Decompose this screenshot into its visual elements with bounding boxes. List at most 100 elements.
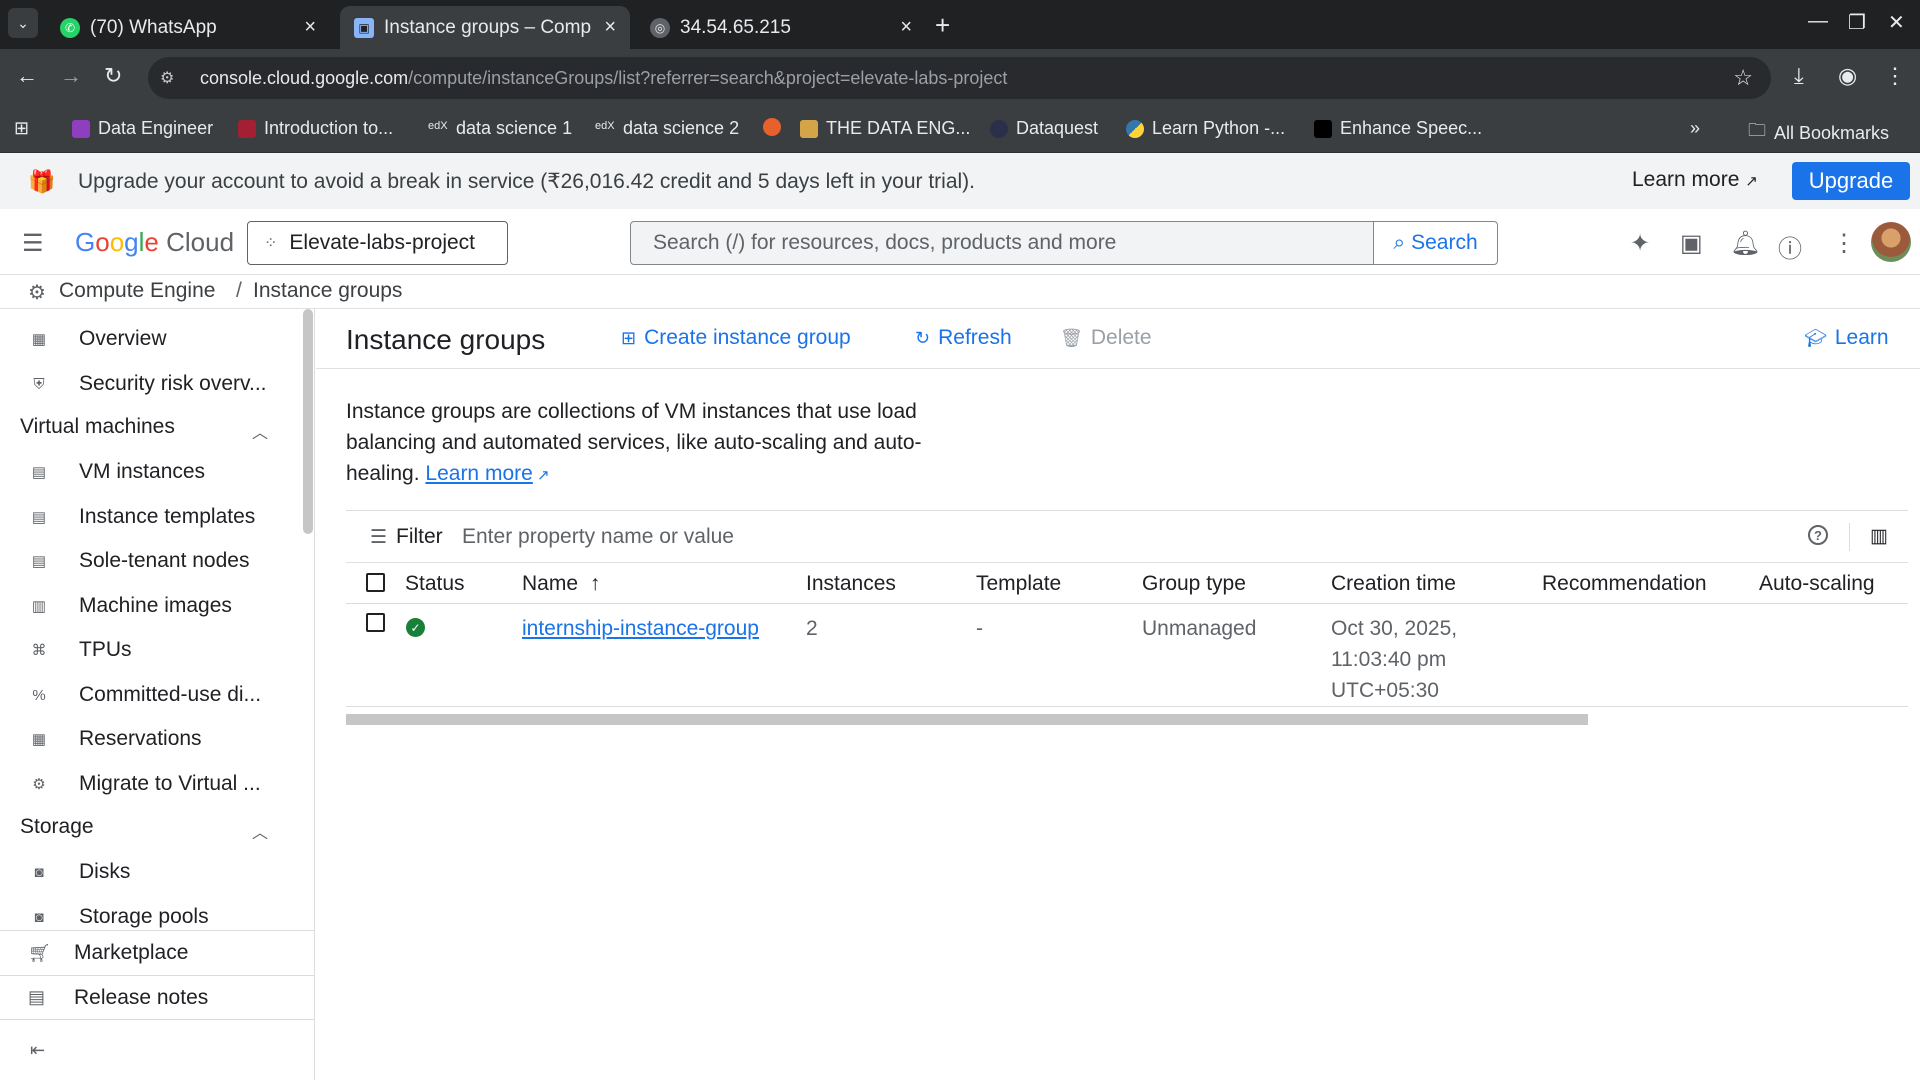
creation-clock: 11:03:40 pm (1331, 648, 1447, 671)
sidebar-item-label: Marketplace (74, 941, 189, 964)
bookmark-enhance-speech[interactable]: Enhance Speec... (1314, 118, 1482, 139)
column-creation-time[interactable]: Creation time (1331, 572, 1456, 596)
instance-group-link[interactable]: internship-instance-group (522, 613, 759, 644)
banner-learn-more-link[interactable]: Learn more ↗ (1632, 168, 1758, 192)
bookmark-label: data science 1 (456, 118, 573, 138)
gemini-icon[interactable]: ✦ (1630, 229, 1650, 258)
sidebar-item-disks[interactable]: ◙ Disks (0, 852, 300, 892)
column-autoscaling[interactable]: Auto-scaling (1759, 572, 1875, 596)
logo-cloud-text: Cloud (166, 227, 235, 257)
site-info-icon[interactable]: ⚙ (160, 68, 186, 88)
disk-icon: ◙ (34, 863, 44, 881)
sidebar-item-overview[interactable]: ▦ Overview (0, 319, 300, 359)
sidebar-item-storage-pools[interactable]: ◙ Storage pools (0, 897, 300, 930)
google-cloud-logo[interactable]: Google Cloud (75, 227, 234, 258)
horizontal-scrollbar[interactable] (346, 714, 1588, 725)
sidebar-item-machine-images[interactable]: ▥ Machine images (0, 586, 300, 626)
row-checkbox[interactable] (366, 613, 385, 632)
bookmark-star-icon[interactable]: ☆ (1733, 65, 1753, 91)
forward-icon[interactable]: → (60, 63, 82, 89)
refresh-button[interactable]: ↻ Refresh (915, 326, 1012, 350)
sidebar-item-marketplace[interactable]: 🛒︎ Marketplace (0, 930, 315, 975)
bookmark-data-science-1[interactable]: edX data science 1 (428, 118, 572, 139)
table-row[interactable]: ✓ internship-instance-group 2 - Unmanage… (346, 604, 1908, 707)
browser-menu-icon[interactable]: ⋮ (1884, 63, 1906, 89)
filter-bar: ☰ Filter ? ▥ (346, 510, 1908, 563)
sidebar-section-storage[interactable]: Storage (20, 815, 94, 839)
column-display-icon[interactable]: ▥ (1870, 525, 1888, 548)
description-learn-more-link[interactable]: Learn more (425, 462, 532, 485)
column-recommendation[interactable]: Recommendation (1542, 572, 1707, 596)
window-close-icon[interactable]: ✕ (1888, 10, 1905, 35)
column-status[interactable]: Status (405, 572, 465, 596)
collapse-sidebar-icon[interactable]: ⇤ (30, 1040, 45, 1061)
apps-grid-icon[interactable]: ⊞ (14, 118, 29, 139)
learn-button[interactable]: 🎓︎ Learn (1804, 326, 1889, 350)
close-icon[interactable]: × (304, 16, 316, 39)
sidebar-section-virtual-machines[interactable]: Virtual machines (20, 415, 175, 439)
reload-icon[interactable]: ↻ (104, 63, 122, 89)
tab-whatsapp[interactable]: ✆ (70) WhatsApp × (46, 6, 330, 49)
tab-search-icon[interactable]: ⌄ (8, 8, 38, 38)
upgrade-button[interactable]: Upgrade (1792, 162, 1910, 200)
column-template[interactable]: Template (976, 572, 1061, 596)
cloud-shell-icon[interactable]: ▣ (1680, 229, 1703, 258)
more-bookmarks-icon[interactable]: » (1690, 118, 1700, 139)
search-input[interactable] (631, 222, 1373, 264)
back-icon[interactable]: ← (16, 63, 38, 89)
delete-button[interactable]: 🗑︎ Delete (1060, 326, 1152, 350)
tab-ip-address[interactable]: ◎ 34.54.65.215 × (636, 6, 926, 49)
close-icon[interactable]: × (900, 16, 912, 39)
template-value: - (976, 617, 983, 640)
download-icon[interactable]: ⤓ (1794, 63, 1804, 89)
bookmark-data-science-2[interactable]: edX data science 2 (595, 118, 739, 139)
sidebar-nav: ▦ Overview ⛨ Security risk overv... Virtua… (0, 309, 315, 930)
sidebar-item-tpus[interactable]: ⌘ TPUs (0, 630, 300, 670)
sidebar-item-migrate[interactable]: ⚙ Migrate to Virtual ... (0, 764, 300, 804)
sidebar-scrollbar[interactable] (303, 309, 313, 534)
hamburger-menu-icon[interactable]: ☰ (22, 229, 44, 258)
profile-icon[interactable]: ◉ (1838, 63, 1857, 89)
column-name[interactable]: Name ↑ (522, 572, 600, 596)
sidebar-item-committed-use[interactable]: % Committed-use di... (0, 675, 300, 715)
minimize-icon[interactable]: — (1808, 10, 1828, 33)
select-all-checkbox[interactable] (366, 573, 385, 592)
bookmark-data-engineer[interactable]: Data Engineer (72, 118, 213, 139)
sidebar-item-label: Migrate to Virtual ... (79, 772, 261, 795)
notifications-icon[interactable]: 🔔︎ (1730, 229, 1760, 258)
project-picker[interactable]: ⁘ Elevate-labs-project (247, 221, 508, 265)
sidebar-item-instance-templates[interactable]: ▤ Instance templates (0, 497, 300, 537)
chevron-up-icon[interactable]: ︿ (252, 819, 268, 843)
bookmark-data-eng[interactable]: THE DATA ENG... (800, 118, 970, 139)
close-icon[interactable]: × (604, 16, 616, 39)
bookmark-orange[interactable] (763, 118, 789, 136)
sidebar-item-sole-tenant-nodes[interactable]: ▤ Sole-tenant nodes (0, 541, 300, 581)
create-instance-group-button[interactable]: ⊞ Create instance group (621, 326, 851, 350)
search-button[interactable]: ⌕ Search (1373, 222, 1497, 264)
help-icon[interactable]: ? (1808, 525, 1828, 545)
column-group-type[interactable]: Group type (1142, 572, 1246, 596)
dataquest-icon (990, 119, 1008, 138)
restore-icon[interactable]: ❐ (1848, 10, 1866, 35)
new-tab-icon[interactable]: + (935, 10, 950, 41)
address-bar[interactable]: ⚙ console.cloud.google.com/compute/insta… (148, 57, 1771, 99)
help-icon[interactable]: ⓘ (1778, 229, 1802, 264)
bookmark-dataquest[interactable]: Dataquest (990, 118, 1098, 139)
sidebar-item-reservations[interactable]: ▦ Reservations (0, 719, 300, 759)
bookmark-learn-python[interactable]: Learn Python -... (1126, 118, 1285, 139)
more-options-icon[interactable]: ⋮ (1832, 229, 1856, 258)
avatar[interactable] (1871, 222, 1911, 262)
sort-ascending-icon[interactable]: ↑ (590, 572, 601, 595)
chevron-up-icon[interactable]: ︿ (252, 419, 268, 443)
filter-input[interactable] (462, 521, 1362, 553)
breadcrumb-compute-engine[interactable]: Compute Engine (59, 279, 215, 303)
console-search: ⌕Search (630, 221, 1498, 265)
bookmark-introduction[interactable]: Introduction to... (238, 118, 393, 139)
all-bookmarks[interactable]: 🗀 All Bookmarks (1748, 118, 1889, 148)
sidebar-item-vm-instances[interactable]: ▤ VM instances (0, 452, 300, 492)
tab-instance-groups[interactable]: ▣ Instance groups – Comp × (340, 6, 630, 49)
sidebar-item-security[interactable]: ⛨ Security risk overv... (0, 364, 300, 404)
column-instances[interactable]: Instances (806, 572, 896, 596)
sidebar-item-release-notes[interactable]: ▤ Release notes (0, 975, 315, 1020)
globe-icon: ◎ (650, 17, 670, 38)
